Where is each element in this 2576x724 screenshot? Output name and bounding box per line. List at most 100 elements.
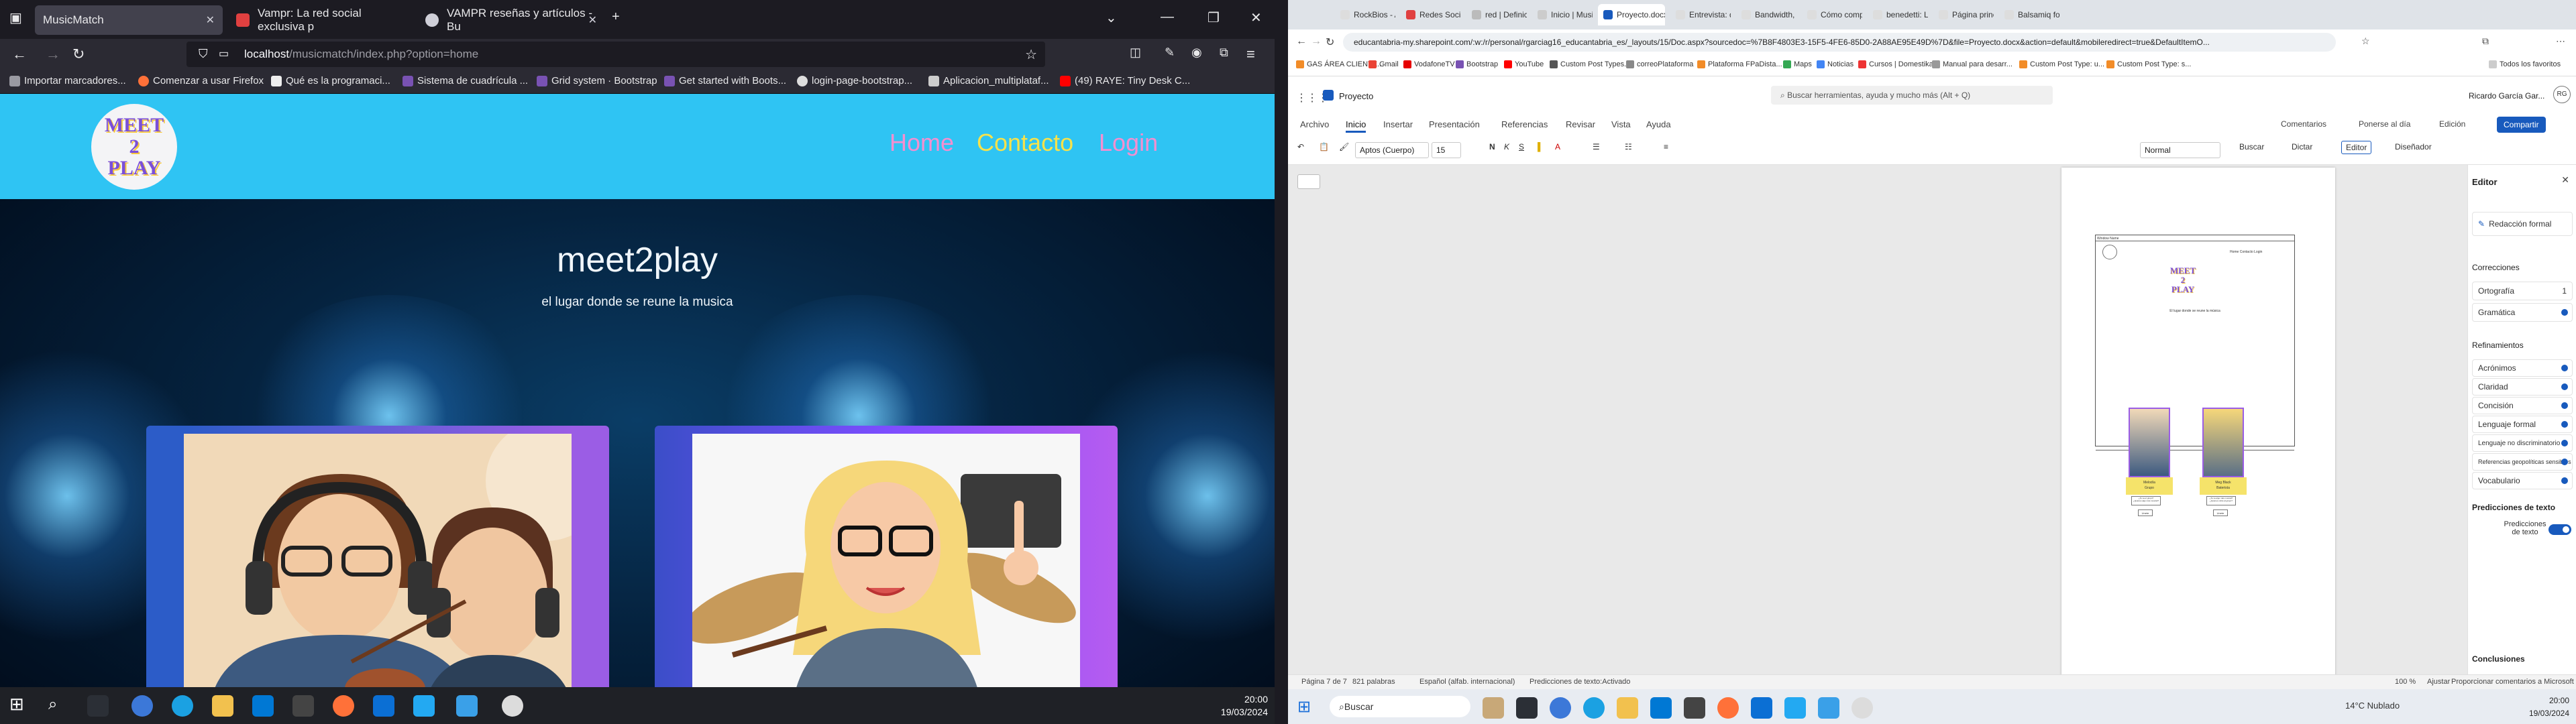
r-bookmark[interactable]: Bootstrap [1456, 60, 1498, 68]
r-bookmark[interactable]: Manual para desarr... [1932, 60, 2012, 68]
highlight-icon[interactable]: ▌ [1538, 142, 1544, 152]
widgets-icon[interactable] [1483, 697, 1504, 719]
chrome-taskbar-icon[interactable] [1550, 697, 1571, 719]
start-windows-icon[interactable]: ⊞ [9, 694, 31, 715]
app-icon[interactable] [456, 695, 478, 717]
bookmark-aplicacion[interactable]: Aplicacion_multiplataf... [928, 75, 1049, 86]
font-size-select[interactable]: 15 [1432, 142, 1461, 158]
clipboard-icon[interactable]: 📋 [1319, 142, 1329, 152]
all-favorites[interactable]: Todos los favoritos [2489, 60, 2561, 68]
zoom-level[interactable]: 100 % [2395, 678, 2416, 686]
refinement-item[interactable]: Claridad [2472, 378, 2573, 396]
more-icon[interactable]: ⋯ [2556, 36, 2565, 47]
favorites-icon[interactable]: ☆ [2361, 36, 2370, 47]
minimize-icon[interactable]: — [1161, 9, 1174, 25]
refinement-item[interactable]: Lenguaje no discriminatorio [2472, 434, 2573, 452]
r-bookmark[interactable]: Maps [1783, 60, 1812, 68]
ribbon-tab-archivo[interactable]: Archivo [1300, 119, 1329, 129]
nav-home-link[interactable]: Home [890, 129, 954, 157]
musician-card-group[interactable] [146, 426, 609, 687]
start-windows-icon[interactable]: ⊞ [1297, 697, 1311, 717]
refinement-item[interactable]: Referencias geopolíticas sensibles [2472, 453, 2573, 471]
r-bookmark[interactable]: Noticias [1817, 60, 1854, 68]
r-tab-active[interactable]: Proyecto.docx [1598, 4, 1665, 25]
taskbar-search[interactable]: ⌕ Buscar [1330, 696, 1470, 717]
document-page[interactable]: Window Name Home Contacto Login MEET 2 P… [2061, 168, 2335, 677]
shield-icon[interactable]: ⛉ [199, 47, 208, 61]
refinement-item[interactable]: Vocabulario [2472, 472, 2573, 489]
ribbon-tab-insertar[interactable]: Insertar [1383, 119, 1413, 129]
dictate-button[interactable]: Dictar [2292, 142, 2312, 152]
bookmark-login-page[interactable]: login-page-bootstrap... [797, 75, 912, 86]
nav-contacto-link[interactable]: Contacto [977, 129, 1073, 157]
nav-pane-toggle[interactable] [1297, 174, 1320, 189]
refinement-item[interactable]: Concisión [2472, 397, 2573, 414]
bold-icon[interactable]: N [1489, 142, 1495, 152]
r-address-bar[interactable]: educantabria-my.sharepoint.com/:w:/r/per… [1343, 33, 2336, 52]
tab-musicmatch[interactable]: MusicMatch ✕ [35, 5, 223, 35]
back-icon[interactable]: ← [1296, 36, 1307, 48]
outlook-icon[interactable] [1650, 697, 1672, 719]
back-icon[interactable]: ← [12, 46, 27, 63]
tab-vampr-reviews[interactable]: VAMPR reseñas y artículos - Bu ✕ [417, 5, 605, 35]
vscode-icon[interactable] [413, 695, 435, 717]
r-tab[interactable]: Redes Sociale [1401, 4, 1461, 25]
status-words[interactable]: 821 palabras [1352, 678, 1395, 686]
r-tab[interactable]: Cómo compor [1802, 4, 1862, 25]
tools-icon[interactable]: ✎ [1165, 46, 1175, 60]
share-button[interactable]: Compartir [2497, 117, 2546, 133]
tab-vampr[interactable]: Vampr: La red social exclusiva p [228, 5, 416, 35]
r-tab[interactable]: RockBios - Ap [1335, 4, 1395, 25]
musician-card-drummer[interactable] [655, 426, 1118, 687]
close-tab-icon[interactable]: ✕ [588, 13, 597, 27]
teams-icon[interactable] [1751, 697, 1772, 719]
refinement-item[interactable]: Acrónimos [2472, 359, 2573, 377]
comments-button[interactable]: Comentarios [2281, 119, 2326, 129]
address-bar[interactable]: ⛉ ▭ localhost /musicmatch/index.php?opti… [186, 42, 1045, 67]
extensions-icon[interactable]: ⧉ [1220, 46, 1228, 60]
r-bookmark[interactable]: Gmail [1368, 60, 1399, 68]
word-search-box[interactable]: ⌕ Buscar herramientas, ayuda y mucho más… [1771, 86, 2053, 105]
nav-login-link[interactable]: Login [1099, 129, 1158, 157]
feedback-link[interactable]: Proporcionar comentarios a Microsoft [2451, 678, 2574, 686]
r-bookmark[interactable]: correoPlataforma [1626, 60, 1693, 68]
user-name[interactable]: Ricardo García Gar... [2469, 91, 2544, 101]
r-tab[interactable]: Página princip [1933, 4, 1994, 25]
firefox-taskbar-icon[interactable] [1717, 697, 1739, 719]
weather-widget[interactable]: 14°C Nublado [2345, 701, 2400, 711]
designer-button[interactable]: Diseñador [2395, 142, 2432, 152]
grammar-item[interactable]: Gramática [2472, 303, 2573, 322]
r-tab[interactable]: red | Definició [1466, 4, 1527, 25]
r-bookmark[interactable]: VodafoneTV [1403, 60, 1455, 68]
r-bookmark[interactable]: Custom Post Types... [1550, 60, 1630, 68]
close-tab-icon[interactable]: ✕ [206, 13, 215, 27]
menu-icon[interactable]: ≡ [1246, 46, 1255, 63]
bookmark-raye[interactable]: (49) RAYE: Tiny Desk C... [1060, 75, 1190, 86]
left-clock[interactable]: 20:00 19/03/2024 [1208, 693, 1268, 719]
find-button[interactable]: Buscar [2239, 142, 2264, 152]
ribbon-tab-ayuda[interactable]: Ayuda [1646, 119, 1671, 129]
r-tab[interactable]: Balsamiq for D [1999, 4, 2059, 25]
restore-icon[interactable]: ❐ [1208, 9, 1220, 26]
page-info-icon[interactable]: ▭ [219, 47, 229, 60]
ribbon-tab-presentacion[interactable]: Presentación [1429, 119, 1480, 129]
r-bookmark[interactable]: Plataforma FPaDista... [1697, 60, 1782, 68]
italic-icon[interactable]: K [1504, 142, 1509, 152]
formal-writing-select[interactable]: ✎ Redacción formal [2472, 212, 2573, 236]
outlook-icon[interactable] [252, 695, 274, 717]
r-tab[interactable]: benedetti: La [1868, 4, 1928, 25]
font-color-icon[interactable]: A [1555, 142, 1560, 152]
r-bookmark[interactable]: Custom Post Type: s... [2106, 60, 2191, 68]
tab-list-icon[interactable]: ▣ [9, 9, 22, 26]
editing-mode-button[interactable]: Edición [2439, 119, 2465, 129]
close-window-icon[interactable]: ✕ [1250, 9, 1262, 26]
refinement-item[interactable]: Lenguaje formal [2472, 416, 2573, 433]
collections-icon[interactable]: ⧉ [2482, 36, 2489, 47]
bookmark-programacion[interactable]: Qué es la programaci... [271, 75, 390, 86]
list-all-tabs-icon[interactable]: ⌄ [1106, 9, 1117, 26]
teams-icon[interactable] [373, 695, 394, 717]
r-bookmark[interactable]: Cursos | Domestika [1858, 60, 1933, 68]
undo-icon[interactable]: ↶ [1297, 142, 1304, 152]
r-tab[interactable]: Inicio | Musico [1532, 4, 1593, 25]
forward-icon[interactable]: → [46, 46, 60, 63]
